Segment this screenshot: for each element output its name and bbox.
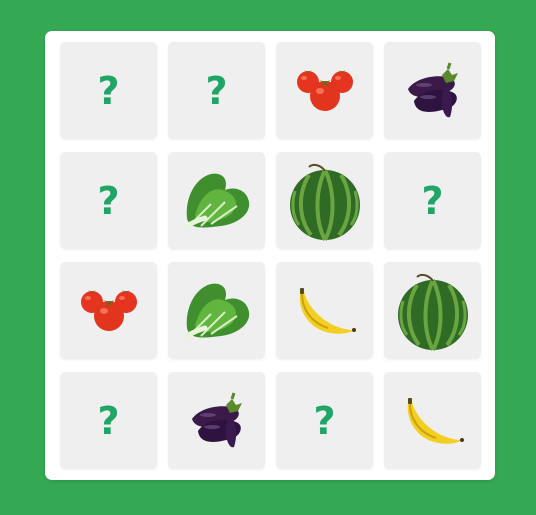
lettuce-icon bbox=[181, 278, 253, 344]
game-board: ? ? ? ? ? ? bbox=[45, 31, 495, 480]
card-hidden[interactable]: ? bbox=[384, 152, 481, 249]
card-revealed[interactable] bbox=[276, 262, 373, 359]
card-revealed[interactable] bbox=[168, 152, 265, 249]
banana-icon bbox=[400, 396, 466, 446]
eggplant-icon bbox=[186, 391, 248, 451]
lettuce-icon bbox=[181, 168, 253, 234]
tomato-icon bbox=[292, 64, 358, 118]
card-revealed[interactable] bbox=[276, 42, 373, 139]
question-mark: ? bbox=[97, 398, 120, 443]
card-hidden[interactable]: ? bbox=[168, 42, 265, 139]
card-hidden[interactable]: ? bbox=[60, 152, 157, 249]
card-revealed[interactable] bbox=[168, 262, 265, 359]
card-hidden[interactable]: ? bbox=[60, 42, 157, 139]
card-revealed[interactable] bbox=[384, 262, 481, 359]
watermelon-icon bbox=[393, 271, 473, 351]
tomato-icon bbox=[76, 284, 142, 338]
question-mark: ? bbox=[205, 68, 228, 113]
question-mark: ? bbox=[421, 178, 444, 223]
card-hidden[interactable]: ? bbox=[276, 372, 373, 469]
watermelon-icon bbox=[285, 161, 365, 241]
card-revealed[interactable] bbox=[384, 372, 481, 469]
card-revealed[interactable] bbox=[276, 152, 373, 249]
question-mark: ? bbox=[313, 398, 336, 443]
question-mark: ? bbox=[97, 178, 120, 223]
card-revealed[interactable] bbox=[384, 42, 481, 139]
card-hidden[interactable]: ? bbox=[60, 372, 157, 469]
card-revealed[interactable] bbox=[168, 372, 265, 469]
question-mark: ? bbox=[97, 68, 120, 113]
card-revealed[interactable] bbox=[60, 262, 157, 359]
banana-icon bbox=[292, 286, 358, 336]
card-grid: ? ? ? ? ? ? bbox=[60, 42, 481, 469]
eggplant-icon bbox=[402, 61, 464, 121]
